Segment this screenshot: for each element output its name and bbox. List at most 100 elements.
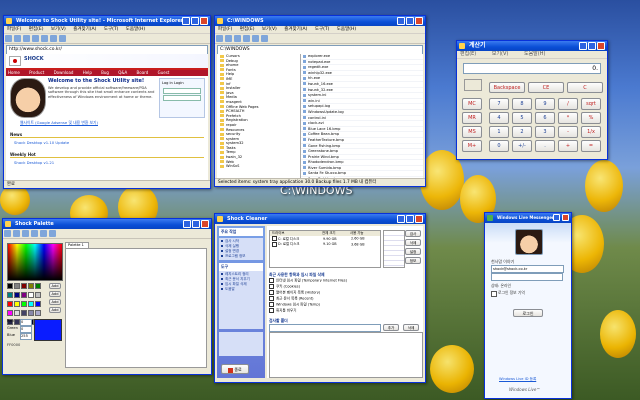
memory-button-mr[interactable]: MR — [462, 112, 482, 124]
backspace-button[interactable]: Backspace — [489, 82, 525, 93]
color-swatch[interactable] — [28, 283, 34, 289]
menu-help[interactable]: 도움말(H) — [126, 27, 145, 32]
news-item[interactable]: Shock Desktop v1.10 Update — [14, 140, 69, 145]
minimize-button[interactable] — [182, 17, 190, 25]
back-icon[interactable] — [5, 35, 12, 42]
maximize-button[interactable] — [192, 220, 200, 228]
open-icon[interactable] — [13, 230, 20, 237]
sidebar-item[interactable]: 프로그램 정보 — [221, 254, 261, 259]
forward-icon[interactable] — [225, 35, 232, 42]
folders-icon[interactable] — [252, 35, 259, 42]
action-button[interactable]: 검사 — [405, 230, 421, 237]
minimize-button[interactable] — [183, 220, 191, 228]
forward-icon[interactable] — [14, 35, 21, 42]
menu-file[interactable]: 파일(F) — [7, 27, 21, 32]
color-swatch[interactable] — [28, 292, 34, 298]
nav-bug[interactable]: Bug — [101, 70, 109, 75]
calc-key[interactable]: sqrt — [581, 98, 601, 110]
nav-qa[interactable]: Q&A — [118, 70, 127, 75]
calc-key[interactable]: . — [535, 140, 555, 152]
calc-key[interactable]: 4 — [489, 112, 509, 124]
favorites-icon[interactable] — [59, 35, 66, 42]
menu-favorites[interactable]: 즐겨찾기(A) — [284, 27, 307, 32]
color-swatch[interactable] — [14, 301, 20, 307]
close-button[interactable] — [200, 17, 208, 25]
color-swatch[interactable] — [14, 310, 20, 316]
color-swatch[interactable] — [21, 292, 27, 298]
color-swatch[interactable] — [21, 301, 27, 307]
calc-key[interactable]: 2 — [512, 126, 532, 138]
pick-icon[interactable] — [31, 230, 38, 237]
calc-key[interactable]: % — [581, 112, 601, 124]
adsense-link[interactable]: 웹사이트 (Google Adsense 및 내용 변환 보기) — [20, 120, 98, 126]
close-button[interactable] — [562, 214, 569, 221]
color-swatch[interactable] — [28, 301, 34, 307]
action-button[interactable]: 설정 — [405, 248, 421, 255]
login-button[interactable]: 로그인 — [513, 309, 543, 317]
color-swatch[interactable] — [35, 283, 41, 289]
add-button[interactable]: Add — [49, 299, 61, 305]
calc-key[interactable]: 9 — [535, 98, 555, 110]
checkbox[interactable] — [269, 296, 274, 301]
weekly-item[interactable]: Shock Desktop v1.21 — [14, 160, 54, 165]
c-button[interactable]: C — [567, 82, 603, 93]
drive-row[interactable]: C: 로컬 디스크 9.90 GB 2.60 GB — [270, 236, 380, 242]
calc-key[interactable]: = — [581, 140, 601, 152]
calc-key[interactable]: + — [558, 140, 578, 152]
green-value-input[interactable]: 0 — [20, 326, 32, 333]
calc-key[interactable]: 7 — [489, 98, 509, 110]
minimize-button[interactable] — [553, 214, 560, 221]
drive-row[interactable]: D: 로컬 디스크 9.10 GB 3.68 GB — [270, 241, 380, 248]
calc-key[interactable]: 1 — [489, 126, 509, 138]
color-swatch[interactable] — [21, 310, 27, 316]
color-swatch[interactable] — [14, 292, 20, 298]
color-spectrum[interactable] — [7, 243, 63, 281]
login-username-input[interactable] — [163, 88, 201, 94]
stop-icon[interactable] — [23, 35, 30, 42]
color-swatch[interactable] — [35, 292, 41, 298]
nav-board[interactable]: Board — [137, 70, 149, 75]
status-label[interactable]: 상태: 온라인 — [491, 283, 511, 289]
checkbox[interactable] — [269, 290, 274, 295]
close-button[interactable] — [415, 215, 423, 223]
red-value-input[interactable]: 0 — [20, 319, 32, 326]
calc-key[interactable]: 6 — [535, 112, 555, 124]
password-input[interactable] — [491, 273, 563, 281]
checkbox[interactable] — [269, 308, 274, 313]
add-button[interactable]: Add — [49, 307, 61, 313]
maximize-button[interactable] — [406, 17, 414, 25]
action-button[interactable]: 정보 — [405, 257, 421, 264]
delete-folder-button[interactable]: 삭제 — [403, 324, 419, 331]
settings-icon[interactable] — [49, 230, 56, 237]
search-icon[interactable] — [50, 35, 57, 42]
minimize-button[interactable] — [397, 215, 405, 223]
maximize-button[interactable] — [191, 17, 199, 25]
close-button[interactable] — [415, 17, 423, 25]
cleanup-option[interactable]: 휴지통 비우기 — [269, 308, 419, 314]
menu-favorites[interactable]: 즐겨찾기(A) — [73, 27, 96, 32]
login-password-input[interactable] — [163, 95, 201, 101]
memory-button-mc[interactable]: MC — [462, 98, 482, 110]
add-button[interactable]: Add — [49, 291, 61, 297]
nav-product[interactable]: Product — [29, 70, 44, 75]
new-icon[interactable] — [4, 230, 11, 237]
action-button[interactable]: 삭제 — [405, 239, 421, 246]
views-icon[interactable] — [261, 35, 268, 42]
copy-icon[interactable] — [40, 230, 47, 237]
color-swatch[interactable] — [35, 301, 41, 307]
color-swatch[interactable] — [7, 292, 13, 298]
checkbox[interactable] — [269, 278, 274, 283]
search-icon[interactable] — [243, 35, 250, 42]
calc-key[interactable]: 5 — [512, 112, 532, 124]
menu-file[interactable]: 파일(F) — [218, 27, 232, 32]
menu-edit[interactable]: 편집(E) — [29, 27, 44, 32]
calc-key[interactable]: / — [558, 98, 578, 110]
nav-help[interactable]: Help — [83, 70, 92, 75]
color-swatch[interactable] — [28, 310, 34, 316]
menu-edit[interactable]: 편집(E) — [240, 27, 255, 32]
calc-key[interactable]: - — [558, 126, 578, 138]
color-swatch[interactable] — [7, 301, 13, 307]
sidebar-item[interactable]: 도움말 — [221, 287, 261, 292]
calc-key[interactable]: 8 — [512, 98, 532, 110]
up-folder-icon[interactable] — [234, 35, 241, 42]
